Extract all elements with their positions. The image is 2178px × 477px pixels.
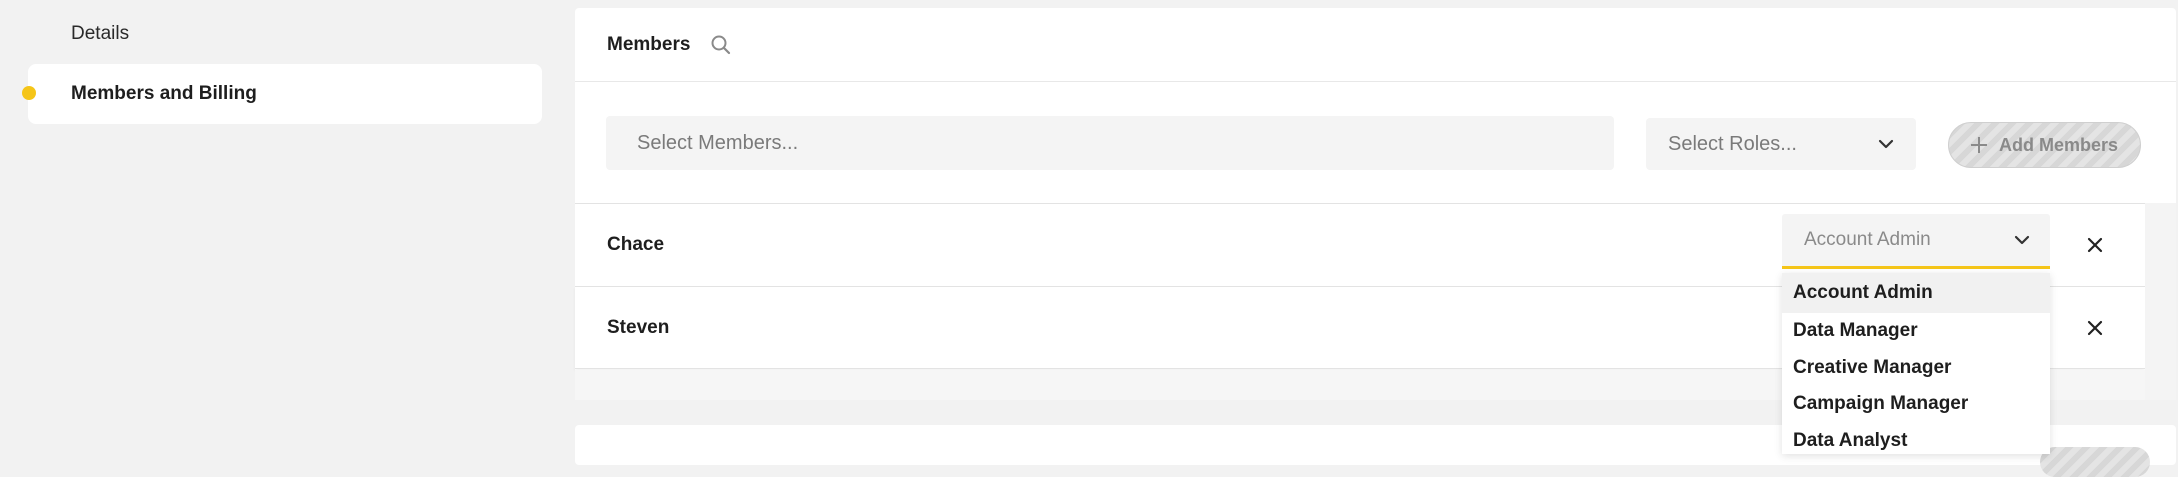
sidebar-item-details[interactable]: Details	[28, 4, 542, 64]
member-name: Steven	[607, 316, 670, 338]
plus-icon	[1969, 135, 1989, 160]
chevron-down-icon	[2012, 230, 2032, 256]
members-card-header: Members	[575, 8, 2176, 82]
select-roles-placeholder: Select Roles...	[1668, 132, 1797, 155]
close-icon[interactable]	[2084, 317, 2106, 339]
sidebar-item-label: Members and Billing	[71, 83, 257, 104]
search-icon[interactable]	[710, 34, 732, 56]
select-roles-dropdown[interactable]: Select Roles...	[1646, 118, 1916, 170]
role-select-value: Account Admin	[1804, 229, 1931, 250]
menu-item-campaign-manager[interactable]: Campaign Manager	[1782, 386, 2050, 423]
role-select[interactable]: Account Admin	[1782, 214, 2050, 269]
menu-item-account-admin[interactable]: Account Admin	[1782, 273, 2050, 313]
card-button[interactable]	[2040, 447, 2150, 477]
menu-item-creative-manager[interactable]: Creative Manager	[1782, 350, 2050, 387]
menu-item-data-manager[interactable]: Data Manager	[1782, 313, 2050, 350]
select-members-input[interactable]: Select Members...	[606, 116, 1614, 170]
member-name: Chace	[607, 234, 665, 255]
sidebar: Details Members and Billing	[0, 0, 560, 454]
role-dropdown-menu: Account Admin Data Manager Creative Mana…	[1782, 273, 2050, 454]
card-title: Members	[607, 33, 691, 55]
scrollbar-track[interactable]	[2145, 203, 2176, 400]
add-members-label: Add Members	[1999, 134, 2119, 155]
sidebar-item-label: Details	[71, 23, 130, 44]
add-members-button[interactable]: Add Members	[1948, 122, 2141, 168]
sidebar-item-members-and-billing[interactable]: Members and Billing	[22, 64, 542, 124]
close-icon[interactable]	[2084, 234, 2106, 256]
select-members-placeholder: Select Members...	[637, 131, 799, 154]
chevron-down-icon	[1876, 134, 1896, 160]
active-indicator	[22, 86, 36, 100]
